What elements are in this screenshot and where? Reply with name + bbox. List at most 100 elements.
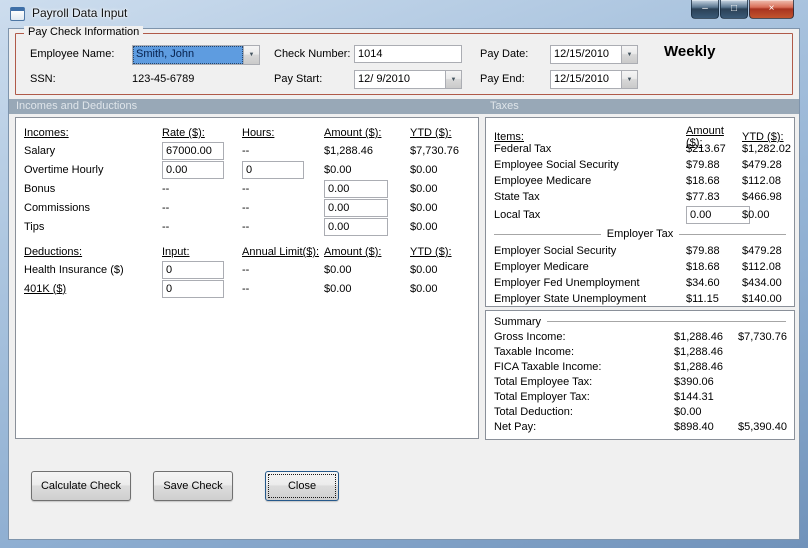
pay-frequency-label: Weekly: [664, 43, 716, 60]
tax-row-federal: Federal Tax $213.67 $1,282.02: [486, 141, 794, 157]
check-number-input[interactable]: [354, 45, 462, 63]
amount-header: Amount ($):: [324, 127, 382, 139]
income-row-tips: Tips -- -- $0.00: [16, 217, 478, 236]
maximize-button[interactable]: □: [720, 0, 748, 19]
items-header: Items:: [494, 131, 524, 143]
pay-end-dropdown[interactable]: 12/15/2010 ▼: [550, 70, 638, 89]
tax-label: State Tax: [494, 191, 540, 203]
deduction-row-401k: 401K ($) -- $0.00 $0.00: [16, 279, 478, 298]
tax-ytd: $1,282.02: [742, 143, 791, 155]
tax-label: Employer Social Security: [494, 245, 617, 257]
pay-start-dropdown[interactable]: 12/ 9/2010 ▼: [354, 70, 462, 89]
ytd-header: YTD ($):: [410, 127, 452, 139]
tax-amount: $79.88: [686, 245, 720, 257]
bonus-ytd: $0.00: [410, 182, 438, 195]
tax-row-local: Local Tax $0.00: [486, 205, 794, 225]
pay-date-label: Pay Date:: [480, 48, 529, 60]
tips-rate: --: [162, 220, 170, 233]
pay-start-value: 12/ 9/2010: [358, 73, 410, 85]
deduction-401k-link[interactable]: 401K ($): [24, 283, 162, 295]
client-area: Pay Check Information Employee Name: Smi…: [8, 26, 800, 540]
tax-ytd: $140.00: [742, 293, 782, 305]
summary-label: Total Employer Tax:: [494, 390, 590, 403]
ytd-header: YTD ($):: [410, 246, 452, 258]
annual-limit-header: Annual Limit($):: [242, 246, 320, 258]
401k-amount: $0.00: [324, 282, 352, 295]
commissions-rate: --: [162, 201, 170, 214]
pay-end-dropdown-arrow-icon[interactable]: ▼: [621, 71, 637, 88]
tax-row-employee-medicare: Employee Medicare $18.68 $112.08: [486, 173, 794, 189]
minimize-button[interactable]: –: [691, 0, 719, 19]
tax-amount: $77.83: [686, 191, 720, 203]
commissions-amount-input[interactable]: [324, 198, 388, 217]
section-incomes-deductions-label: Incomes and Deductions: [16, 100, 138, 112]
ssn-label: SSN:: [30, 73, 56, 85]
tax-ytd: $466.98: [742, 191, 782, 203]
summary-label: Total Deduction:: [494, 405, 573, 418]
employee-name-dropdown-arrow-icon[interactable]: ▼: [243, 46, 259, 64]
close-dialog-button[interactable]: Close: [265, 471, 339, 501]
salary-hours: --: [242, 144, 250, 157]
tax-ytd: $434.00: [742, 277, 782, 289]
tips-amount-input[interactable]: [324, 217, 388, 236]
401k-limit: --: [242, 282, 250, 295]
window-title: Payroll Data Input: [32, 6, 128, 20]
commissions-hours: --: [242, 201, 250, 214]
tax-row-employer-fed-unemployment: Employer Fed Unemployment $34.60 $434.00: [486, 275, 794, 291]
tax-label: Employer State Unemployment: [494, 293, 647, 305]
tax-ytd: $0.00: [742, 209, 770, 221]
deductions-header-row: Deductions: Input: Annual Limit($): Amou…: [16, 244, 478, 260]
income-label: Salary: [24, 144, 56, 157]
pay-date-dropdown-arrow-icon[interactable]: ▼: [621, 46, 637, 63]
section-taxes-label: Taxes: [490, 100, 519, 112]
tax-ytd: $479.28: [742, 245, 782, 257]
health-insurance-amount: $0.00: [324, 263, 352, 276]
close-window-button[interactable]: ×: [749, 0, 794, 19]
taxes-header-row: Items: Amount ($): YTD ($):: [486, 125, 794, 149]
summary-row-fica: FICA Taxable Income: $1,288.46: [486, 359, 794, 374]
summary-label: Net Pay:: [494, 420, 537, 433]
tips-hours: --: [242, 220, 250, 233]
income-row-bonus: Bonus -- -- $0.00: [16, 179, 478, 198]
health-insurance-input[interactable]: [162, 260, 224, 279]
minimize-icon: –: [702, 3, 708, 14]
save-check-button[interactable]: Save Check: [153, 471, 233, 501]
overtime-hours-input[interactable]: [242, 160, 304, 179]
tax-amount: $18.68: [686, 175, 720, 187]
check-number-label: Check Number:: [274, 48, 351, 60]
summary-ytd: $5,390.40: [738, 420, 787, 433]
local-tax-input[interactable]: [686, 206, 750, 224]
pay-date-value: 12/15/2010: [554, 48, 610, 60]
pay-date-dropdown[interactable]: 12/15/2010 ▼: [550, 45, 638, 64]
summary-row-net-pay: Net Pay: $898.40 $5,390.40: [486, 419, 794, 434]
summary-amount: $144.31: [674, 390, 714, 403]
commissions-ytd: $0.00: [410, 201, 438, 214]
income-label: Overtime Hourly: [24, 163, 104, 176]
summary-label: Taxable Income:: [494, 345, 575, 358]
incomes-header: Incomes:: [24, 127, 69, 139]
tax-label: Employer Medicare: [494, 261, 589, 273]
salary-rate-input[interactable]: [162, 141, 224, 160]
hours-header: Hours:: [242, 127, 275, 139]
tax-amount: $79.88: [686, 159, 720, 171]
section-band: Incomes and Deductions Taxes: [9, 99, 799, 114]
rate-header: Rate ($):: [162, 127, 205, 139]
summary-title: Summary: [486, 311, 794, 329]
bonus-amount-input[interactable]: [324, 179, 388, 198]
overtime-rate-input[interactable]: [162, 160, 224, 179]
employee-name-combobox[interactable]: Smith, John ▼: [132, 45, 260, 65]
summary-label: FICA Taxable Income:: [494, 360, 602, 373]
deduction-label: Health Insurance ($): [24, 263, 124, 276]
tax-ytd: $479.28: [742, 159, 782, 171]
overtime-amount: $0.00: [324, 163, 352, 176]
summary-row-taxable: Taxable Income: $1,288.46: [486, 344, 794, 359]
amount-header: Amount ($):: [324, 246, 382, 258]
maximize-icon: □: [730, 3, 738, 14]
calculate-check-button[interactable]: Calculate Check: [31, 471, 131, 501]
401k-input[interactable]: [162, 279, 224, 298]
salary-ytd: $7,730.76: [410, 144, 459, 157]
summary-row-gross: Gross Income: $1,288.46 $7,730.76: [486, 329, 794, 344]
overtime-ytd: $0.00: [410, 163, 438, 176]
pay-start-dropdown-arrow-icon[interactable]: ▼: [445, 71, 461, 88]
tax-ytd: $112.08: [742, 175, 781, 187]
